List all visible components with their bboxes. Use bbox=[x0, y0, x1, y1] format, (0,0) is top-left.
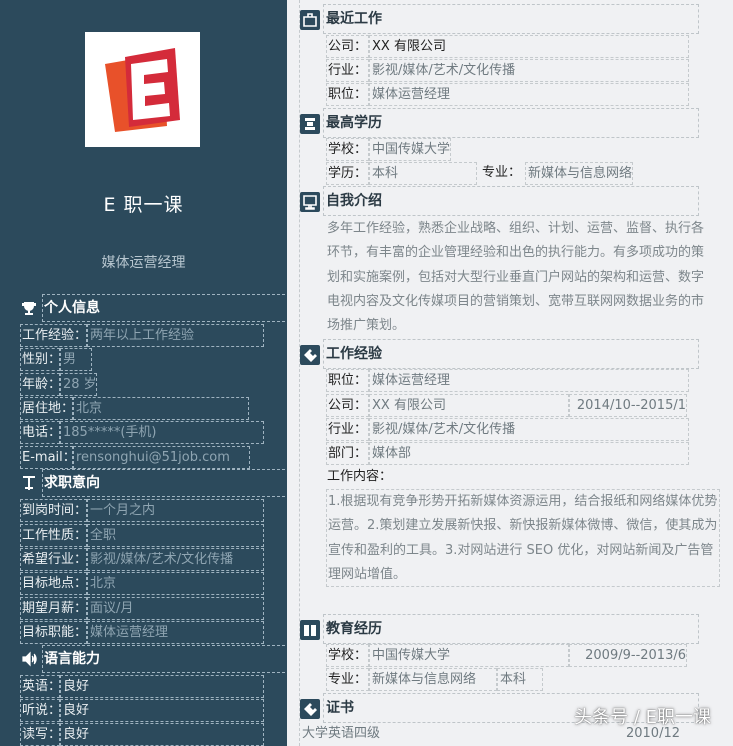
info-key: 期望月薪： bbox=[20, 597, 87, 620]
info-value: 中国传媒大学 bbox=[369, 644, 569, 667]
profile-role: 媒体运营经理 bbox=[101, 255, 186, 271]
certificate-icon bbox=[300, 699, 320, 719]
info-value: 一个月之内 bbox=[87, 499, 264, 522]
info-value: 媒体运营经理 bbox=[87, 621, 264, 644]
info-key: 电话： bbox=[20, 421, 61, 444]
info-key: 专业： bbox=[326, 668, 369, 691]
info-key: 目标地点： bbox=[20, 572, 87, 595]
section-title: 工作经验 bbox=[323, 339, 699, 369]
info-key: 部门： bbox=[326, 442, 369, 465]
info-value: 影视/媒体/艺术/文化传播 bbox=[369, 418, 689, 441]
book-icon bbox=[300, 620, 320, 640]
info-value: 良好 bbox=[60, 723, 264, 746]
watermark: 头条号 / E职一课 bbox=[574, 707, 711, 728]
info-key: 英语： bbox=[20, 675, 61, 698]
info-key: 工作性质： bbox=[20, 524, 87, 547]
info-key: E-mail： bbox=[20, 446, 76, 469]
info-key: 公司： bbox=[326, 394, 369, 417]
info-key: 居住地： bbox=[20, 397, 74, 420]
info-key: 学历： bbox=[326, 162, 369, 185]
period-value: 2014/10--2015/1 bbox=[569, 394, 687, 417]
info-key: 行业： bbox=[326, 59, 369, 82]
content-label: 工作内容： bbox=[327, 469, 393, 484]
info-value: rensonghui@51job.com bbox=[73, 446, 250, 469]
info-value: 中国传媒大学 bbox=[369, 138, 451, 161]
info-value: 新媒体与信息网络 bbox=[369, 668, 497, 691]
section-title: 最高学历 bbox=[323, 108, 699, 138]
info-key: 学校： bbox=[326, 138, 369, 161]
info-value: 媒体运营经理 bbox=[369, 369, 689, 392]
info-key: 行业： bbox=[326, 418, 369, 441]
info-key: 听说： bbox=[20, 699, 61, 722]
info-value: 本科 bbox=[497, 668, 543, 691]
section-title: 求职意向 bbox=[42, 469, 287, 497]
info-key: 职位： bbox=[326, 83, 369, 106]
info-value: 北京 bbox=[73, 397, 249, 420]
section-title: 最近工作 bbox=[323, 4, 699, 34]
info-value: 185*****(手机) bbox=[60, 421, 264, 444]
info-value: 新媒体与信息网络 bbox=[525, 162, 633, 185]
logo bbox=[85, 32, 200, 147]
info-key: 公司： bbox=[326, 35, 369, 58]
info-key: 性别： bbox=[20, 348, 61, 371]
info-key: 工作经验： bbox=[20, 324, 87, 347]
graduation-icon bbox=[300, 114, 320, 134]
info-value: 良好 bbox=[60, 675, 264, 698]
speaker-icon bbox=[22, 651, 37, 667]
profile-name: E 职一课 bbox=[103, 194, 184, 216]
info-value: 面议/月 bbox=[87, 597, 264, 620]
info-key: 年龄： bbox=[20, 373, 61, 396]
info-key: 学校： bbox=[326, 644, 369, 667]
info-key: 职位： bbox=[326, 369, 369, 392]
info-value: 良好 bbox=[60, 699, 264, 722]
intro-text: 多年工作经验，熟悉企业战略、组织、计划、运营、监督、执行各环节，有丰富的企业管理… bbox=[327, 221, 705, 334]
logo-icon bbox=[105, 48, 180, 132]
info-value: 本科 bbox=[369, 162, 477, 185]
info-value: 28 岁 bbox=[60, 373, 97, 396]
info-value: 媒体运营经理 bbox=[369, 83, 689, 106]
section-title: 教育经历 bbox=[323, 614, 699, 644]
info-value: XX 有限公司 bbox=[369, 394, 569, 417]
info-value: 男 bbox=[60, 348, 92, 371]
info-value: 两年以上工作经验 bbox=[87, 324, 264, 347]
flag-icon bbox=[23, 476, 35, 490]
info-key: 专业： bbox=[482, 165, 522, 180]
section-title: 自我介绍 bbox=[323, 186, 699, 216]
info-value: 北京 bbox=[87, 572, 264, 595]
presentation-icon bbox=[300, 192, 320, 212]
cert-name: 大学英语四级 bbox=[302, 726, 381, 741]
trophy-icon bbox=[22, 302, 36, 315]
main-content: 最近工作 公司： XX 有限公司 行业： 影视/媒体/艺术/文化传播 职位： 媒体运营… bbox=[287, 0, 733, 746]
sidebar: E 职一课 媒体运营经理 个人信息 工作经验： 两年以上工作经验 性别：男 年龄：… bbox=[0, 0, 287, 746]
info-value: 媒体部 bbox=[369, 442, 689, 465]
info-value: XX 有限公司 bbox=[369, 35, 689, 58]
section-title: 个人信息 bbox=[42, 294, 287, 322]
info-value: 影视/媒体/艺术/文化传播 bbox=[87, 548, 264, 571]
info-key: 到岗时间： bbox=[20, 499, 87, 522]
info-key: 读写： bbox=[20, 723, 61, 746]
info-key: 目标职能： bbox=[20, 621, 87, 644]
section-title: 语言能力 bbox=[42, 645, 287, 673]
work-content-text: 1.根据现有竞争形势开拓新媒体资源运用，结合报纸和网络媒体优势运营。2.策划建立… bbox=[326, 489, 720, 587]
period-value: 2009/9--2013/6 bbox=[569, 644, 687, 667]
info-key: 希望行业： bbox=[20, 548, 87, 571]
info-value: 影视/媒体/艺术/文化传播 bbox=[369, 59, 689, 82]
info-value: 全职 bbox=[87, 524, 264, 547]
briefcase-icon bbox=[300, 10, 320, 30]
puzzle-icon bbox=[300, 345, 320, 365]
